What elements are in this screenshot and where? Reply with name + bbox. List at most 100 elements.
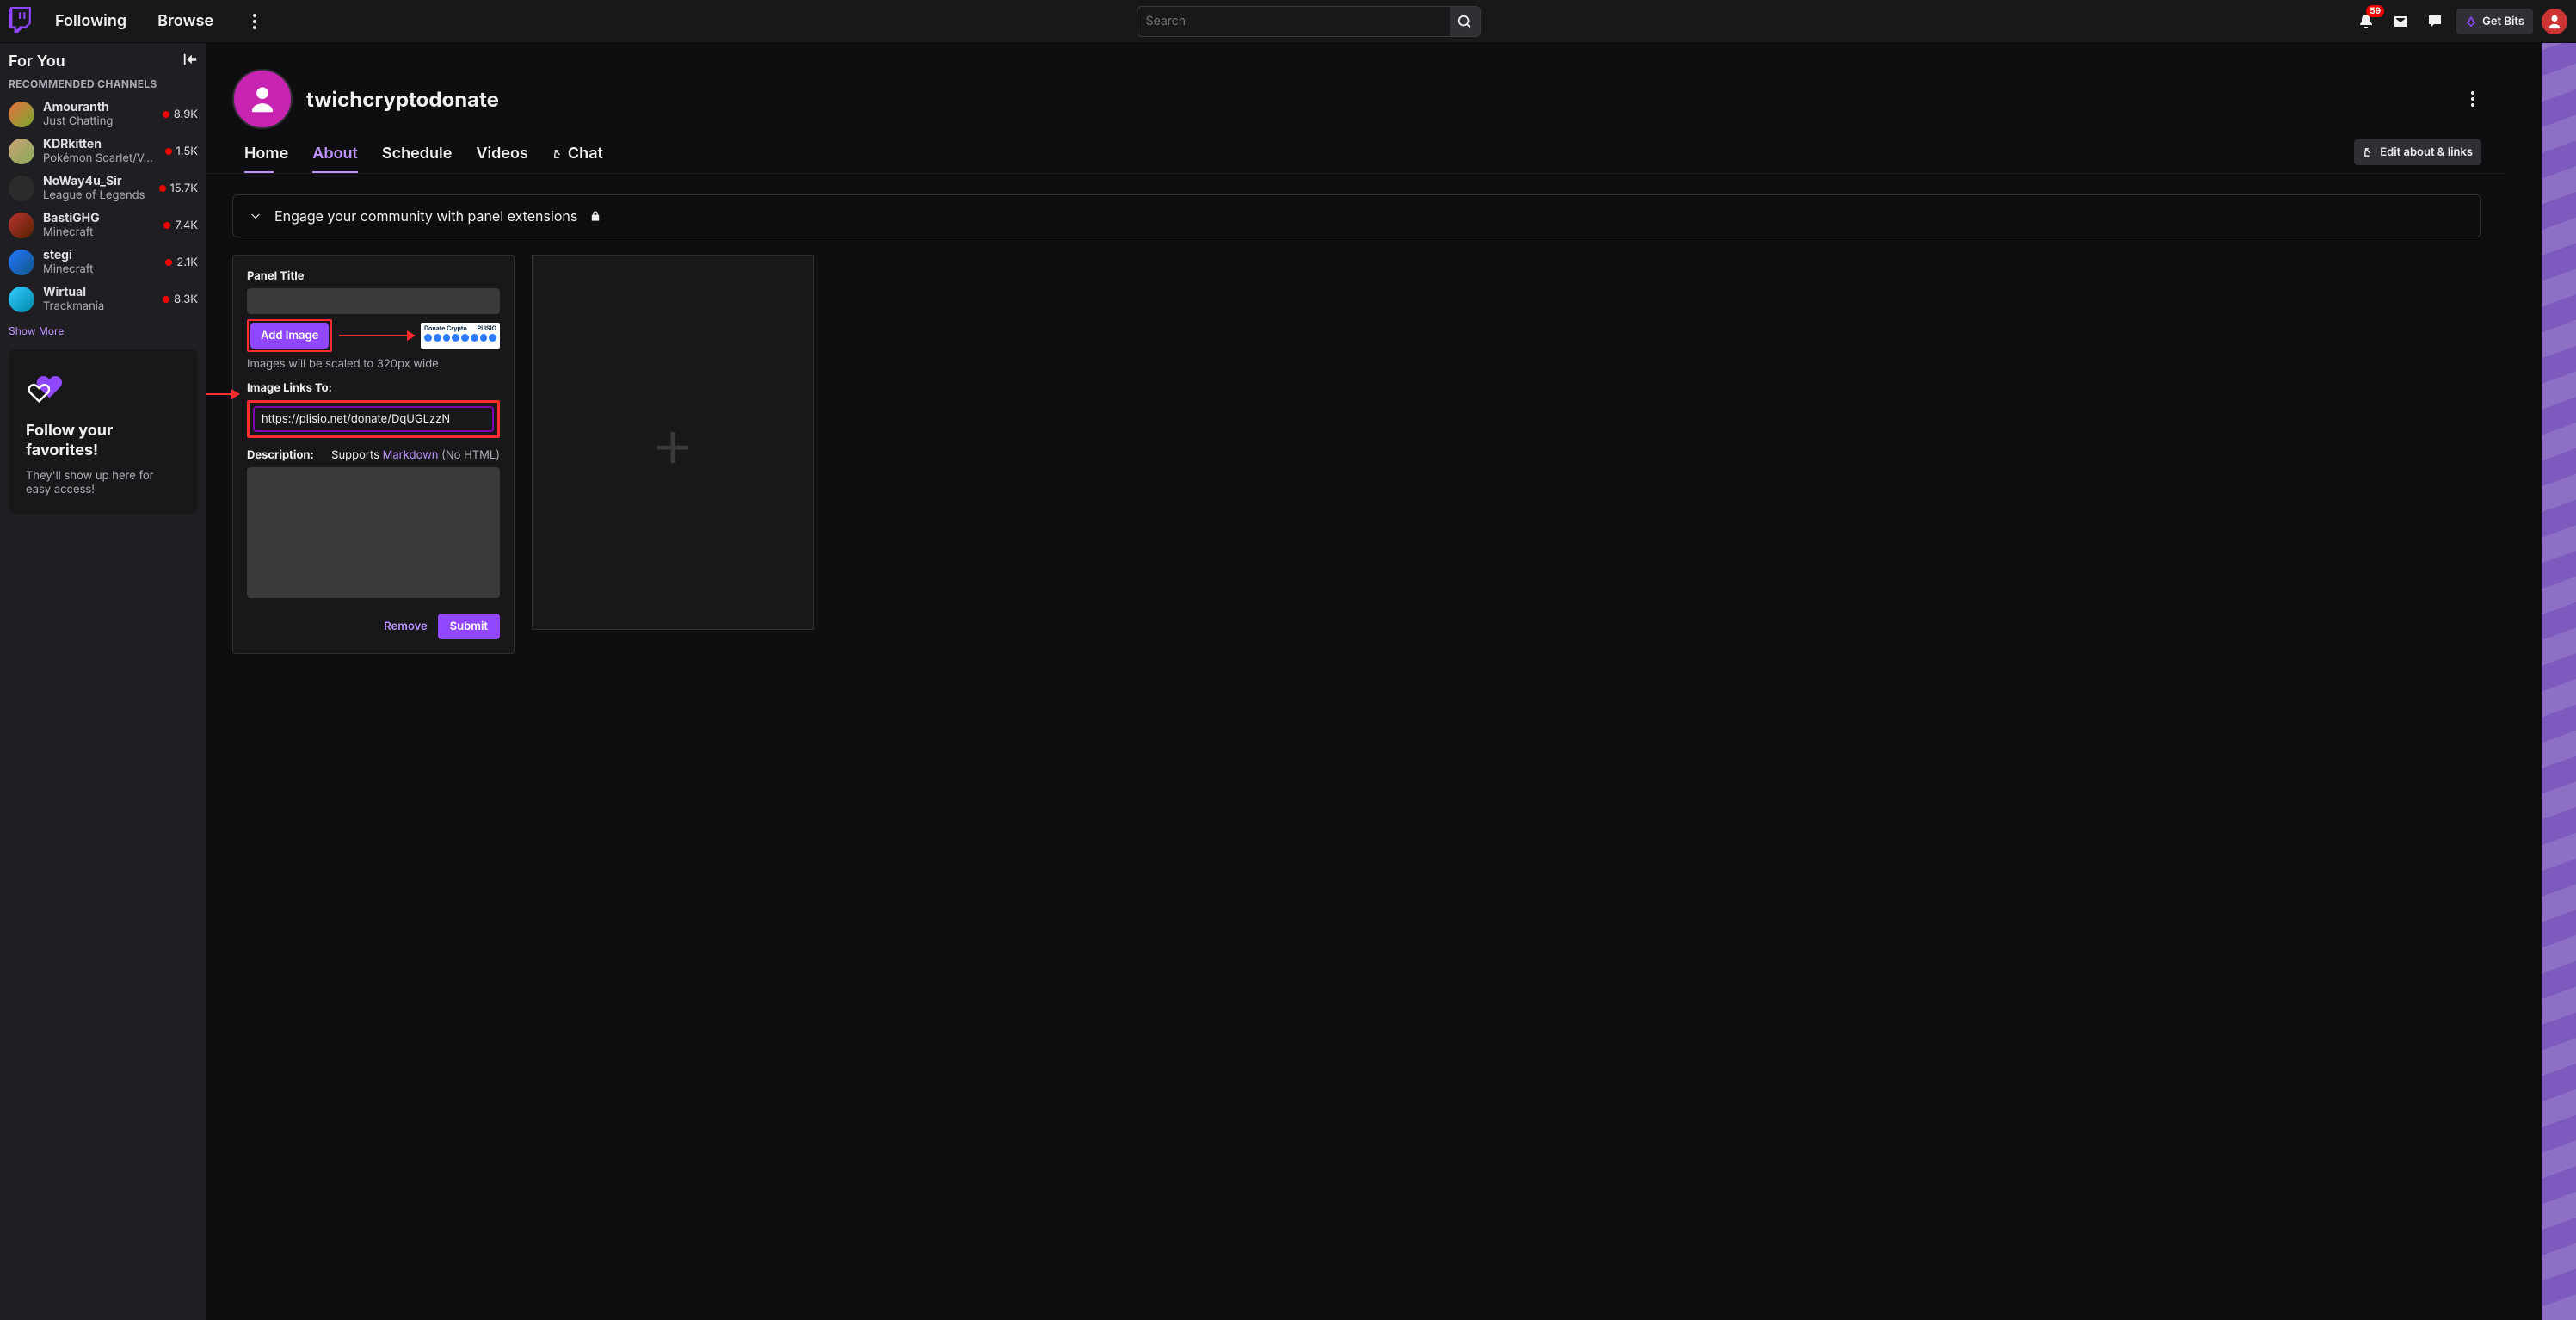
channel-game: Minecraft <box>43 262 165 276</box>
description-textarea[interactable] <box>247 467 500 598</box>
lock-icon <box>589 210 601 222</box>
channel-name: KDRkitten <box>43 137 165 151</box>
sidebar-channel[interactable]: KDRkitten Pokémon Scarlet/V… 1.5K <box>9 133 198 170</box>
remove-panel-link[interactable]: Remove <box>384 620 427 633</box>
channel-avatar <box>9 139 34 164</box>
sidebar-channel[interactable]: stegi Minecraft 2.1K <box>9 244 198 281</box>
tab-about[interactable]: About <box>300 136 370 173</box>
sidebar: For You RECOMMENDED CHANNELS Amouranth J… <box>0 43 206 1320</box>
follow-card-title: Follow your favorites! <box>26 422 181 460</box>
live-dot-icon <box>163 222 170 229</box>
notification-badge: 59 <box>2366 5 2384 17</box>
top-nav-center <box>263 6 2353 37</box>
preview-donate-text: Donate Crypto <box>424 324 467 332</box>
viewer-count: 2.1K <box>176 256 198 269</box>
channel-name-title: twichcryptodonate <box>306 87 499 112</box>
channel-game: League of Legends <box>43 188 159 202</box>
tab-chat-label: Chat <box>568 145 603 163</box>
search-box <box>1137 6 1481 37</box>
sidebar-channel[interactable]: BastiGHG Minecraft 7.4K <box>9 207 198 244</box>
edit-about-links-button[interactable]: Edit about & links <box>2354 139 2481 165</box>
channel-game: Just Chatting <box>43 114 163 128</box>
collapse-icon <box>182 52 198 67</box>
viewer-count: 15.7K <box>170 182 199 195</box>
collapse-sidebar-button[interactable] <box>182 52 198 71</box>
panel-editor-card: Panel Title Add Image Donate Crypto PLISI… <box>232 255 515 654</box>
supports-text: Supports <box>331 448 379 462</box>
live-dot-icon <box>163 296 169 303</box>
search-button[interactable] <box>1450 6 1481 37</box>
panel-image-preview: Donate Crypto PLISIO <box>421 323 500 349</box>
channel-avatar <box>9 213 34 238</box>
whispers-button[interactable] <box>2388 9 2413 34</box>
image-link-input[interactable] <box>253 406 494 432</box>
sidebar-channel[interactable]: NoWay4u_Sir League of Legends 15.7K <box>9 170 198 207</box>
top-nav: Following Browse 59 Get Bits <box>0 0 2576 43</box>
chat-button[interactable] <box>2422 9 2448 34</box>
engage-extensions-label: Engage your community with panel extensi… <box>274 207 577 225</box>
submit-panel-button[interactable]: Submit <box>438 614 500 639</box>
channel-name: stegi <box>43 248 165 262</box>
inbox-icon <box>2392 13 2409 30</box>
chevron-down-icon <box>249 209 262 223</box>
search-input[interactable] <box>1137 6 1450 37</box>
channel-tabs: Home About Schedule Videos Chat Edit abo… <box>206 136 2507 174</box>
chat-icon <box>2426 13 2444 30</box>
channel-game: Minecraft <box>43 225 163 239</box>
person-icon <box>248 84 277 114</box>
channel-name: Amouranth <box>43 100 163 114</box>
engage-extensions-toggle[interactable]: Engage your community with panel extensi… <box>232 194 2481 237</box>
top-nav-right: 59 Get Bits <box>2353 9 2567 34</box>
channel-game: Pokémon Scarlet/V… <box>43 151 165 165</box>
recommended-label: RECOMMENDED CHANNELS <box>9 77 198 90</box>
popout-icon <box>552 148 564 160</box>
follow-favorites-card: ❤♡ Follow your favorites! They'll show u… <box>9 349 198 514</box>
viewer-count: 8.3K <box>174 293 198 306</box>
top-nav-left: Following Browse <box>9 7 263 36</box>
sidebar-title: For You <box>9 52 65 71</box>
channel-avatar <box>9 176 34 201</box>
channel-game: Trackmania <box>43 299 163 313</box>
tab-home[interactable]: Home <box>232 136 300 173</box>
nav-more-icon[interactable] <box>246 14 263 29</box>
tab-schedule[interactable]: Schedule <box>370 136 464 173</box>
channel-more-button[interactable] <box>2471 91 2474 107</box>
annotation-arrow-icon <box>206 393 238 395</box>
right-collapsed-chat-strip[interactable] <box>2542 43 2576 1320</box>
annotation-frame: Add Image <box>247 319 332 352</box>
nav-browse[interactable]: Browse <box>151 12 220 30</box>
show-more-link[interactable]: Show More <box>9 324 64 337</box>
channel-name: Wirtual <box>43 285 163 299</box>
add-panel-card[interactable]: + <box>532 255 814 630</box>
popout-icon <box>2363 146 2375 158</box>
user-avatar[interactable] <box>2542 9 2567 34</box>
tab-chat[interactable]: Chat <box>540 136 615 173</box>
markdown-link[interactable]: Markdown <box>383 448 439 462</box>
live-dot-icon <box>163 111 169 118</box>
sidebar-channel[interactable]: Amouranth Just Chatting 8.9K <box>9 96 198 133</box>
annotation-arrow-icon <box>339 335 414 336</box>
preview-plisio-text: PLISIO <box>478 324 496 332</box>
main-content: twichcryptodonate Home About Schedule Vi… <box>206 43 2542 1320</box>
live-dot-icon <box>159 185 166 192</box>
tab-videos[interactable]: Videos <box>464 136 540 173</box>
channel-avatar <box>9 287 34 312</box>
channel-avatar <box>9 102 34 127</box>
channel-avatar-large[interactable] <box>232 69 293 129</box>
get-bits-button[interactable]: Get Bits <box>2456 9 2533 34</box>
person-icon <box>2547 14 2562 29</box>
sidebar-channel[interactable]: Wirtual Trackmania 8.3K <box>9 281 198 318</box>
notifications-button[interactable]: 59 <box>2353 9 2379 34</box>
panel-title-label: Panel Title <box>247 269 500 283</box>
channel-avatar <box>9 250 34 275</box>
edit-about-links-label: Edit about & links <box>2380 145 2473 159</box>
viewer-count: 1.5K <box>176 145 199 158</box>
channel-name: NoWay4u_Sir <box>43 174 159 188</box>
nav-following[interactable]: Following <box>48 12 133 30</box>
add-image-button[interactable]: Add Image <box>250 323 329 349</box>
twitch-logo-icon[interactable] <box>9 7 31 36</box>
annotation-frame <box>247 400 500 438</box>
channel-name: BastiGHG <box>43 211 163 225</box>
panel-title-input[interactable] <box>247 288 500 314</box>
image-scale-hint: Images will be scaled to 320px wide <box>247 357 500 371</box>
